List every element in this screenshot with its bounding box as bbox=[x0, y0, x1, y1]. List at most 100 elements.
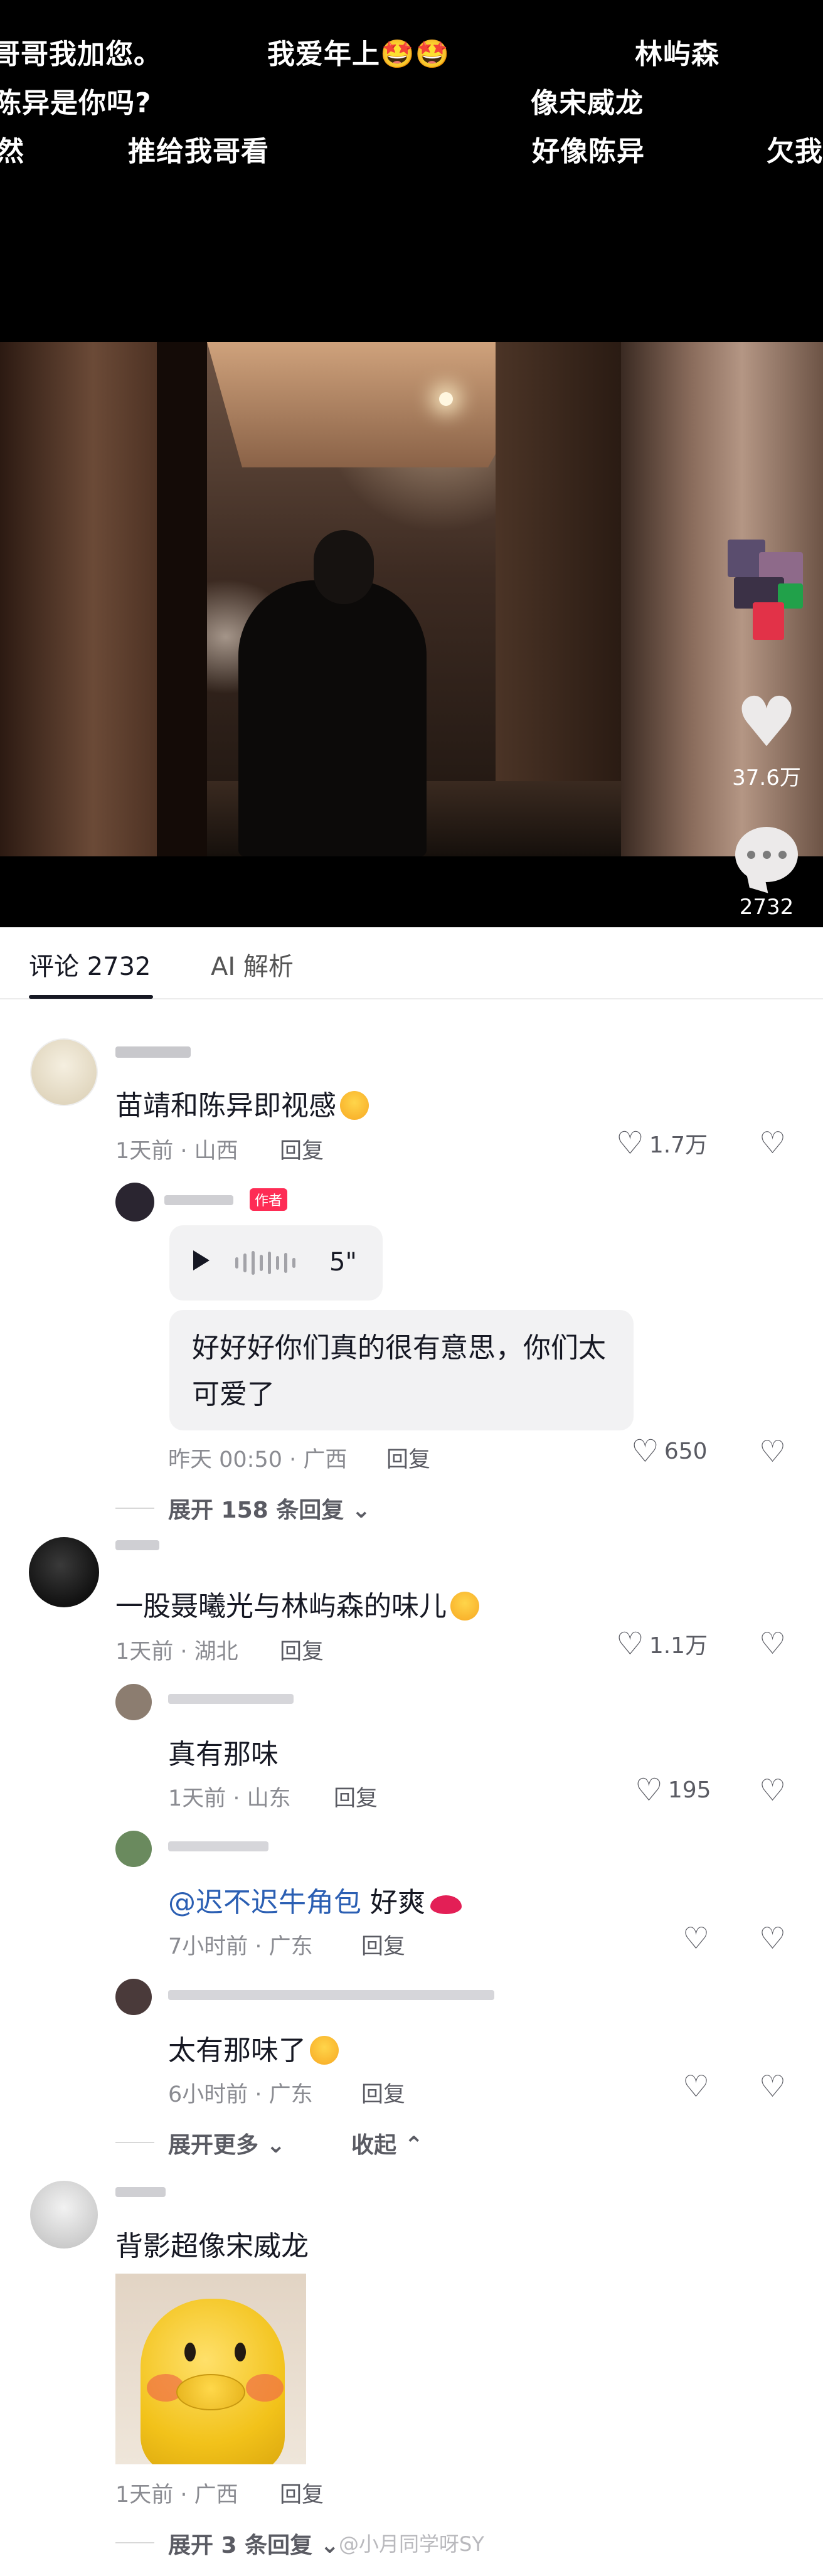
danmaku-item: 好像陈异 bbox=[532, 136, 645, 168]
emoji-icon bbox=[310, 2036, 339, 2065]
reply-button[interactable]: 回复 bbox=[280, 1634, 324, 1666]
danmaku-item: 像宋威龙 bbox=[531, 87, 644, 119]
danmaku-item: 欠我 bbox=[767, 136, 823, 168]
chevron-down-icon: ⌄ bbox=[351, 1498, 371, 1523]
heart-outline-icon: ♡ bbox=[616, 1626, 644, 1662]
like-button[interactable]: ♡ 195 bbox=[635, 1774, 711, 1806]
active-tab-indicator bbox=[29, 995, 153, 999]
reply-time-location: 6小时前 · 广东 bbox=[168, 2082, 313, 2107]
video-frame bbox=[0, 342, 823, 856]
voice-message[interactable]: 5" bbox=[169, 1225, 383, 1301]
play-icon[interactable] bbox=[193, 1250, 210, 1270]
avatar[interactable] bbox=[30, 1038, 98, 1106]
reply-button[interactable]: 回复 bbox=[280, 2477, 324, 2509]
avatar[interactable] bbox=[115, 1183, 154, 1221]
voice-duration: 5" bbox=[329, 1248, 357, 1277]
heart-outline-icon[interactable]: ♡ bbox=[682, 1924, 709, 1954]
danmaku-item: 林屿森 bbox=[635, 38, 719, 70]
tab-comments[interactable]: 评论 2732 bbox=[29, 946, 151, 982]
ceiling-light bbox=[439, 392, 453, 406]
lips-emoji-icon bbox=[430, 1895, 462, 1914]
username-blurred[interactable] bbox=[168, 1694, 294, 1704]
expand-replies-button[interactable]: 展开 158 条回复 ⌄ bbox=[168, 1492, 371, 1525]
reply-button[interactable]: 回复 bbox=[334, 1780, 378, 1812]
reply-button[interactable]: 回复 bbox=[361, 1929, 405, 1961]
heart-outline-icon: ♡ bbox=[635, 1772, 663, 1808]
emoji-icon bbox=[340, 1091, 369, 1120]
like-button[interactable]: ♡ 1.7万 bbox=[616, 1127, 708, 1159]
like-count: 650 bbox=[664, 1438, 708, 1464]
comment-tabs: 评论 2732 AI 解析 bbox=[0, 927, 823, 999]
comment-text: 苗靖和陈异即视感 bbox=[115, 1083, 369, 1123]
mention-link[interactable]: @迟不迟牛角包 bbox=[168, 1887, 361, 1919]
broken-heart-icon[interactable]: ♡ bbox=[759, 1775, 786, 1806]
reply-text: 真有那味 bbox=[168, 1738, 279, 1770]
like-count: 1.7万 bbox=[649, 1132, 708, 1158]
username-blurred[interactable] bbox=[168, 1841, 268, 1851]
username-blurred[interactable] bbox=[115, 1046, 191, 1058]
emoji-icon bbox=[450, 1592, 479, 1621]
like-count: 37.6万 bbox=[732, 765, 801, 790]
like-count: 1.1万 bbox=[649, 1633, 708, 1659]
like-button[interactable]: ♡ 1.1万 bbox=[616, 1627, 708, 1660]
heart-outline-icon: ♡ bbox=[631, 1433, 659, 1469]
danmaku-item: 推给我哥看 bbox=[128, 136, 269, 168]
broken-heart-icon[interactable]: ♡ bbox=[759, 1924, 786, 1954]
chevron-down-icon: ⌄ bbox=[320, 2533, 339, 2558]
comment-time-location: 1天前 · 广西 bbox=[115, 2483, 238, 2508]
broken-heart-icon[interactable]: ♡ bbox=[759, 1629, 786, 1659]
comment-count: 2732 bbox=[739, 895, 794, 920]
chevron-up-icon: ⌃ bbox=[404, 2132, 423, 2158]
broken-heart-icon[interactable]: ♡ bbox=[759, 1437, 786, 1467]
comment-bubble-icon[interactable] bbox=[735, 827, 798, 882]
expand-replies-button[interactable]: 展开 3 条回复 ⌄ bbox=[168, 2527, 339, 2560]
like-button[interactable]: ♡ 650 bbox=[631, 1435, 708, 1467]
chevron-down-icon: ⌄ bbox=[266, 2132, 285, 2158]
avatar[interactable] bbox=[29, 1537, 99, 1607]
like-stat[interactable]: ♥ 37.6万 bbox=[723, 688, 810, 791]
danmaku-item: 然 bbox=[0, 136, 24, 168]
username-blurred[interactable] bbox=[115, 2187, 166, 2197]
watermark: @小月同学呀SY bbox=[339, 2532, 484, 2556]
reply-button[interactable]: 回复 bbox=[386, 1442, 430, 1474]
heart-outline-icon: ♡ bbox=[616, 1125, 644, 1161]
reply-text: 太有那味了 bbox=[168, 2028, 339, 2068]
avatar[interactable] bbox=[115, 1979, 152, 2015]
danmaku-item: 哥哥我加您。 bbox=[0, 38, 162, 70]
reply-button[interactable]: 回复 bbox=[280, 1133, 324, 1165]
avatar[interactable] bbox=[30, 2181, 98, 2249]
reply-text: 好好好你们真的很有意思，你们太可爱了 bbox=[169, 1310, 634, 1430]
tab-ai-analysis[interactable]: AI 解析 bbox=[211, 946, 294, 982]
reply-text: @迟不迟牛角包 好爽 bbox=[168, 1880, 462, 1920]
comment-image[interactable] bbox=[115, 2274, 306, 2464]
heart-icon[interactable]: ♥ bbox=[723, 688, 810, 757]
like-count: 195 bbox=[667, 1777, 711, 1803]
broken-heart-icon[interactable]: ♡ bbox=[759, 1128, 786, 1158]
avatar[interactable] bbox=[115, 1684, 152, 1720]
video-player[interactable]: 哥哥我加您。 我爱年上🤩🤩 林屿森 陈异是你吗? 像宋威龙 然 推给我哥看 好像… bbox=[0, 0, 823, 927]
reply-time-location: 昨天 00:50 · 广西 bbox=[168, 1447, 348, 1472]
broken-heart-icon[interactable]: ♡ bbox=[759, 2072, 786, 2102]
person-silhouette bbox=[238, 580, 427, 856]
username-blurred[interactable] bbox=[115, 1540, 159, 1550]
danmaku-item: 陈异是你吗? bbox=[0, 87, 152, 119]
comment-text: 背影超像宋威龙 bbox=[115, 2230, 309, 2262]
heart-outline-icon[interactable]: ♡ bbox=[682, 2072, 709, 2102]
reply-time-location: 7小时前 · 广东 bbox=[168, 1934, 313, 1959]
comment-text: 一股聂曦光与林屿森的味儿 bbox=[115, 1583, 479, 1624]
author-badge: 作者 bbox=[250, 1188, 288, 1211]
divider bbox=[115, 2142, 154, 2143]
waveform-icon bbox=[235, 1249, 295, 1277]
avatar[interactable] bbox=[115, 1831, 152, 1867]
expand-more-button[interactable]: 展开更多 ⌄ bbox=[168, 2127, 285, 2159]
reply-time-location: 1天前 · 山东 bbox=[168, 1786, 291, 1811]
danmaku-item: 我爱年上🤩🤩 bbox=[267, 38, 450, 70]
comment-stat[interactable]: 2732 bbox=[723, 827, 810, 920]
username-blurred[interactable] bbox=[168, 1990, 494, 2000]
divider bbox=[115, 1508, 154, 1509]
reply-button[interactable]: 回复 bbox=[361, 2077, 405, 2109]
creator-avatar[interactable] bbox=[715, 527, 815, 646]
username-blurred[interactable] bbox=[164, 1195, 233, 1205]
comment-time-location: 1天前 · 山西 bbox=[115, 1139, 238, 1164]
collapse-button[interactable]: 收起 ⌃ bbox=[351, 2127, 423, 2159]
